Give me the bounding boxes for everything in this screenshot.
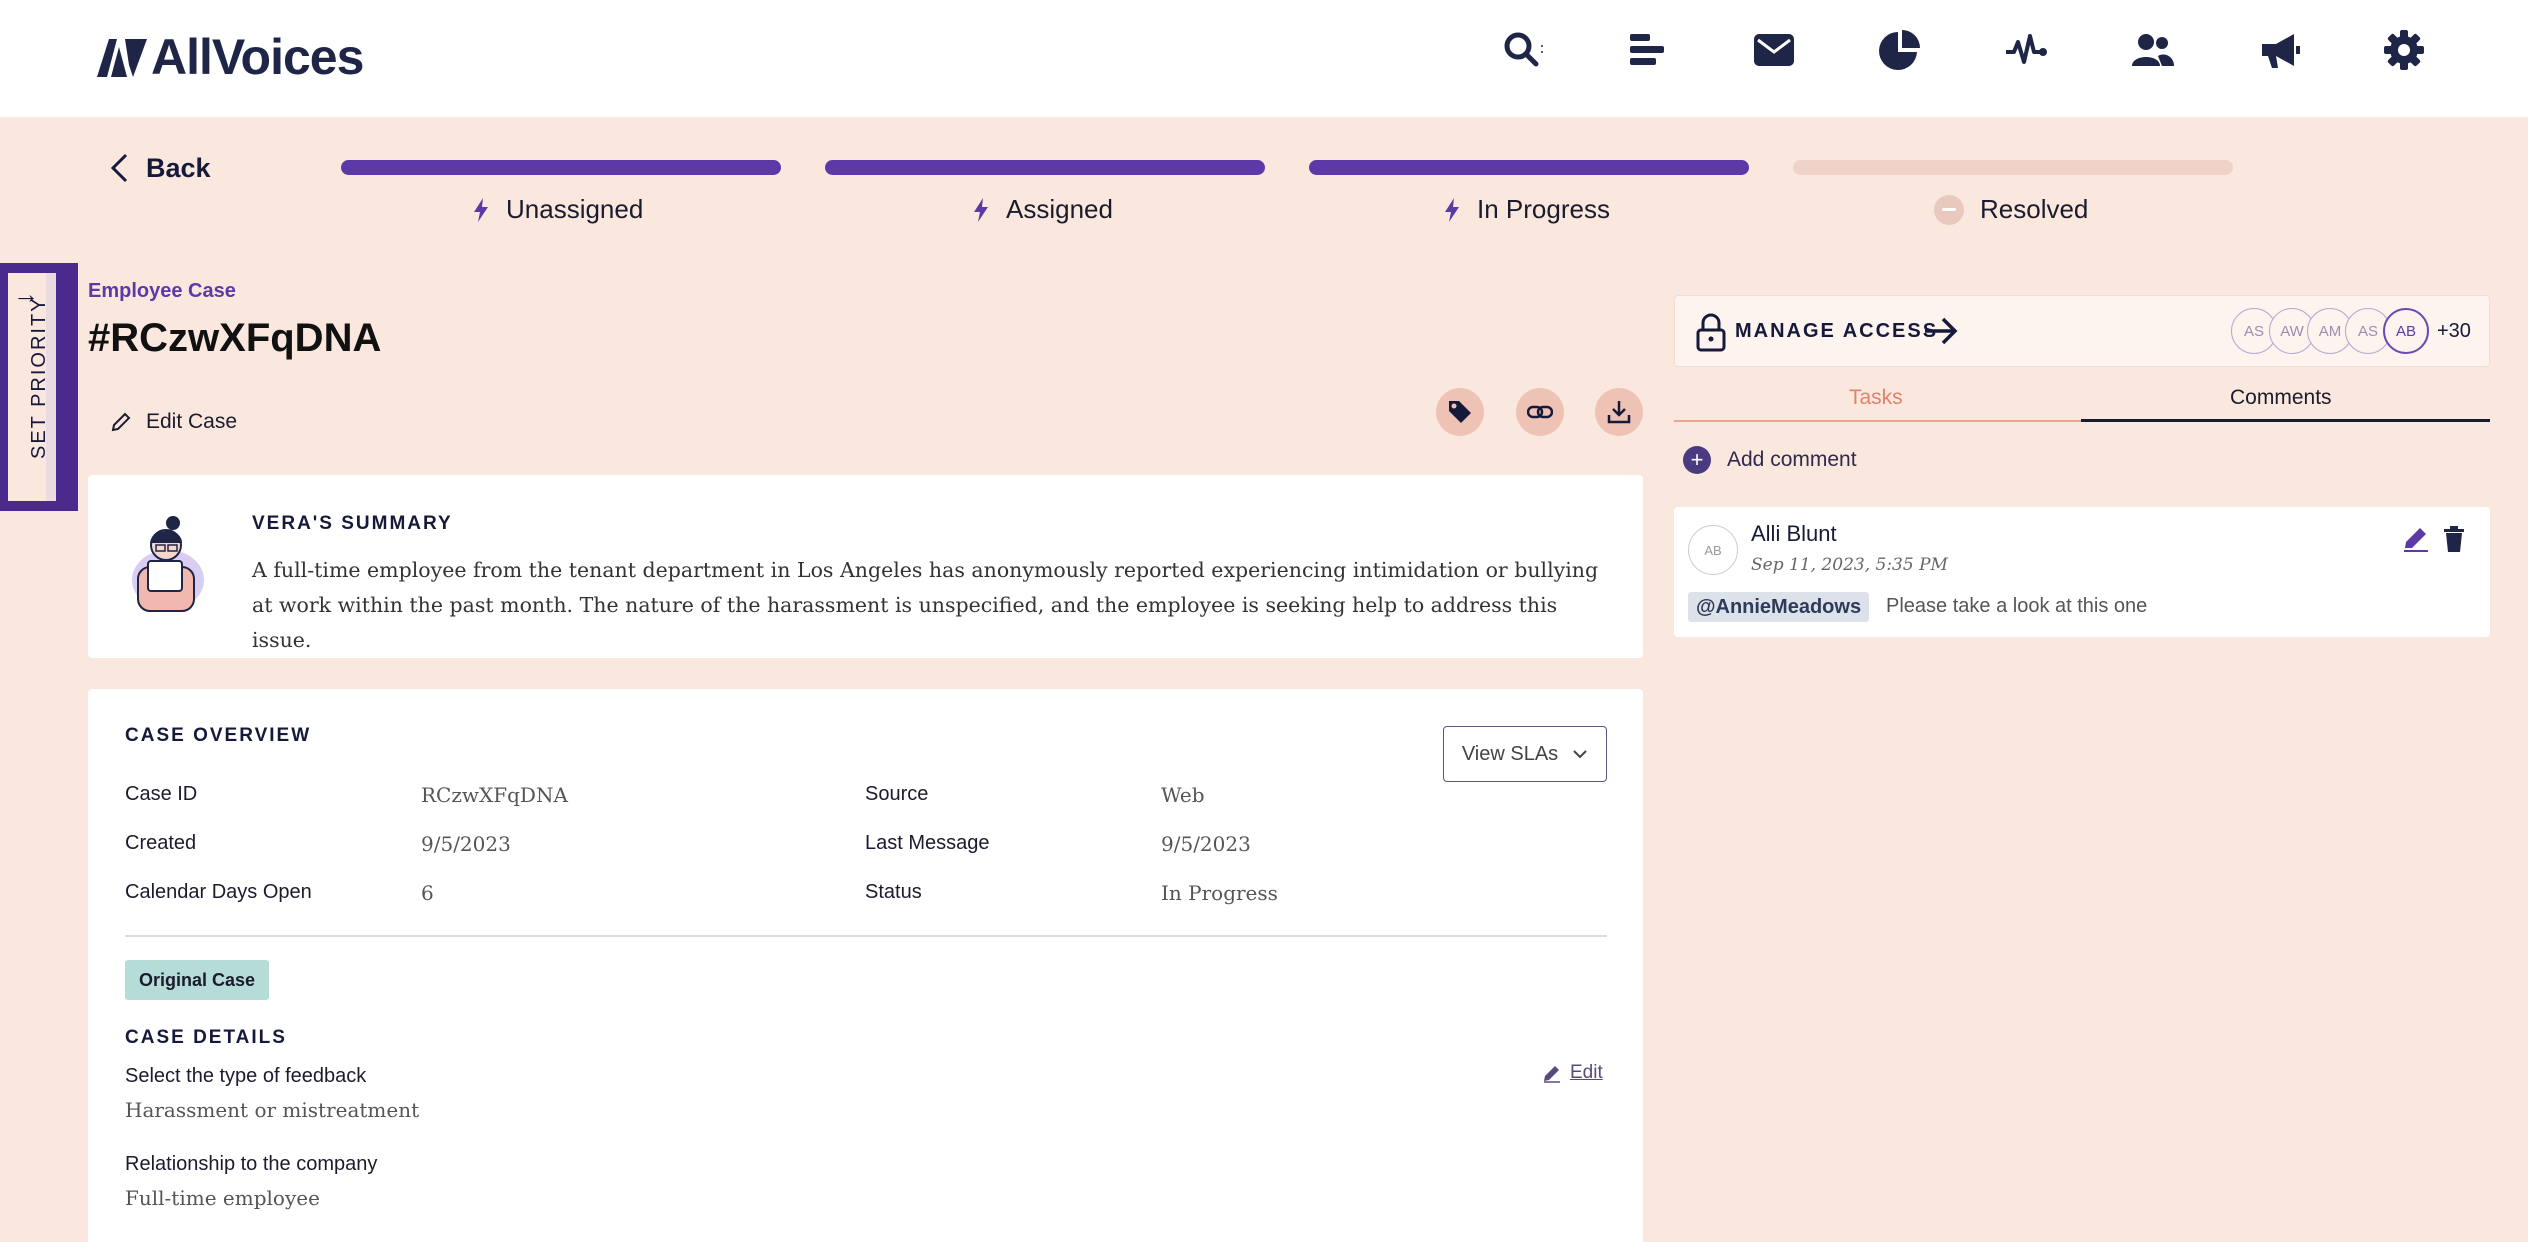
step-label: Assigned [1006,194,1113,224]
allvoices-logo[interactable]: AllVoices [95,28,364,86]
last-message-label: Last Message [865,832,990,854]
link-icon [1527,405,1553,419]
gear-icon[interactable] [2382,28,2426,72]
progress-bar-assigned [825,160,1265,175]
page-title: #RCzwXFqDNA [88,316,382,360]
link-button[interactable] [1516,388,1564,436]
edit-case-button[interactable]: Edit Case [110,410,237,434]
created-label: Created [125,832,197,854]
bolt-icon [974,197,988,222]
created-value: 9/5/2023 [421,832,511,856]
case-id-value: RCzwXFqDNA [421,783,568,807]
allvoices-logo-icon [97,39,147,77]
pulse-icon[interactable] [2004,28,2048,72]
step-resolved: Resolved [1934,194,2088,225]
step-in-progress: In Progress [1443,194,1610,225]
download-button[interactable] [1595,388,1643,436]
brand-name: AllVoices [151,29,364,85]
set-priority-tab[interactable]: → SET PRIORITY [0,263,78,511]
add-comment-label: Add comment [1727,448,1857,471]
status-value: In Progress [1161,881,1278,905]
comment-item: AB Alli Blunt Sep 11, 2023, 5:35 PM @Ann… [1674,507,2490,637]
progress-bar-unassigned [341,160,781,175]
case-type: Employee Case [88,280,236,302]
pie-chart-icon[interactable] [1878,28,1922,72]
back-label: Back [146,152,211,183]
detail-question: Select the type of feedback [125,1065,367,1087]
tab-tasks-underline [1674,420,2081,422]
source-label: Source [865,783,929,805]
days-open-label: Calendar Days Open [125,881,312,903]
bolt-icon [474,197,488,222]
vera-summary-card: VERA'S SUMMARY A full-time employee from… [88,475,1643,658]
arrow-right-icon [1925,317,1958,345]
detail-answer: Full-time employee [125,1186,320,1210]
case-overview-title: CASE OVERVIEW [125,725,312,746]
search-icon[interactable] [1500,28,1544,72]
chevron-down-icon [1573,750,1587,759]
case-overview-card: CASE OVERVIEW View SLAs Case ID RCzwXFqD… [88,689,1643,1242]
step-label: Unassigned [506,194,644,224]
detail-question: Relationship to the company [125,1153,378,1175]
more-members-count[interactable]: +30 [2437,320,2471,343]
lock-icon [1696,313,1726,352]
edit-case-label: Edit Case [146,410,238,433]
comment-author: Alli Blunt [1751,521,1837,546]
manage-access-label: MANAGE ACCESS [1735,320,1939,342]
edit-icon[interactable] [2402,525,2430,553]
add-comment-button[interactable]: + Add comment [1683,446,1857,474]
download-icon [1607,401,1631,424]
case-details-title: CASE DETAILS [125,1027,287,1048]
step-label: In Progress [1477,194,1610,224]
summary-title: VERA'S SUMMARY [252,513,453,534]
view-slas-dropdown[interactable]: View SLAs [1443,726,1607,782]
list-icon[interactable] [1626,28,1670,72]
megaphone-icon[interactable] [2256,28,2300,72]
progress-bar-in-progress [1309,160,1749,175]
set-priority-label: SET PRIORITY [28,296,50,459]
trash-icon[interactable] [2442,525,2466,553]
tag-icon [1449,401,1471,423]
minus-circle-icon [1934,194,1964,225]
top-header: AllVoices [0,0,2528,117]
source-value: Web [1161,783,1205,807]
status-label: Status [865,881,922,903]
users-icon[interactable] [2130,28,2174,72]
comment-text: Please take a look at this one [1886,595,2148,617]
last-message-value: 9/5/2023 [1161,832,1251,856]
divider [125,935,1607,937]
tag-button[interactable] [1436,388,1484,436]
step-assigned: Assigned [972,194,1113,225]
original-case-badge: Original Case [125,960,270,1000]
manage-access-bar[interactable]: MANAGE ACCESS AS AW AM AS AB +30 [1674,295,2490,367]
access-avatar[interactable]: AB [2383,308,2429,354]
step-label: Resolved [1980,194,2089,224]
view-slas-label: View SLAs [1461,742,1559,765]
tab-comments[interactable]: Comments [2230,386,2332,410]
case-id-label: Case ID [125,783,198,805]
comment-date: Sep 11, 2023, 5:35 PM [1751,555,1948,575]
bolt-icon [1445,197,1459,222]
avatar: AB [1688,525,1738,575]
edit-details-label: Edit [1570,1062,1603,1083]
summary-text: A full-time employee from the tenant dep… [252,558,1599,652]
plus-icon: + [1683,446,1711,474]
progress-bar-resolved [1793,160,2233,175]
vera-illustration [132,516,204,612]
pencil-icon [1544,1066,1560,1083]
tab-tasks[interactable]: Tasks [1849,386,1903,410]
chevron-left-icon [110,153,128,183]
comment-mention[interactable]: @AnnieMeadows [1688,592,1870,622]
edit-details-link[interactable]: Edit [1542,1062,1603,1084]
pencil-icon [111,412,131,432]
back-button[interactable]: Back [108,152,211,184]
mail-icon[interactable] [1752,28,1796,72]
detail-answer: Harassment or mistreatment [125,1098,420,1122]
days-open-value: 6 [421,881,434,905]
tab-comments-underline [2081,419,2490,422]
step-unassigned: Unassigned [472,194,643,225]
